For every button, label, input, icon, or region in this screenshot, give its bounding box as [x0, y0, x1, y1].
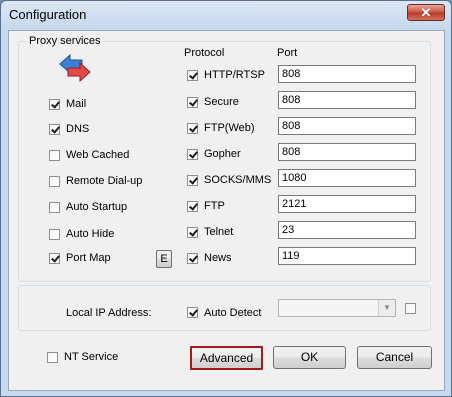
ftp-web-checkbox[interactable] — [187, 123, 198, 134]
cancel-button[interactable]: Cancel — [357, 346, 432, 369]
swap-arrows-icon — [59, 53, 91, 83]
auto-startup-checkbox[interactable] — [49, 202, 60, 213]
ftp-port-input[interactable]: 2121 — [278, 195, 416, 213]
protocol-header: Protocol — [184, 47, 225, 59]
nt-service-label: NT Service — [64, 351, 119, 363]
mail-label: Mail — [66, 98, 87, 110]
auto-detect-checkbox[interactable] — [187, 307, 198, 318]
advanced-button[interactable]: Advanced — [190, 346, 263, 370]
news-port-input[interactable]: 119 — [278, 247, 416, 265]
gopher-checkbox[interactable] — [187, 149, 198, 160]
port-map-label: Port Map — [66, 252, 111, 264]
secure-port-input[interactable]: 808 — [278, 91, 416, 109]
remote-dialup-checkbox[interactable] — [49, 176, 60, 187]
local-ip-label: Local IP Address: — [66, 307, 152, 319]
ip-extra-checkbox[interactable] — [405, 303, 416, 314]
remote-dialup-label: Remote Dial-up — [66, 175, 143, 187]
ftp-checkbox[interactable] — [187, 201, 198, 212]
nt-service-checkbox[interactable] — [47, 352, 58, 363]
socks-mms-label: SOCKS/MMS — [204, 174, 272, 186]
telnet-label: Telnet — [204, 226, 234, 238]
web-cached-checkbox[interactable] — [49, 150, 60, 161]
http-rtsp-label: HTTP/RTSP — [204, 69, 265, 81]
http-rtsp-port-input[interactable]: 808 — [278, 65, 416, 83]
auto-hide-label: Auto Hide — [66, 228, 115, 240]
chevron-down-icon[interactable]: ▼ — [378, 300, 395, 316]
secure-checkbox[interactable] — [187, 97, 198, 108]
dialog-client-area: Proxy services Protocol Port Mail DNS We… — [8, 30, 445, 391]
auto-hide-checkbox[interactable] — [49, 229, 60, 240]
configuration-window: Configuration ✕ Proxy services Protocol … — [0, 0, 452, 397]
gopher-port-input[interactable]: 808 — [278, 143, 416, 161]
close-icon: ✕ — [420, 5, 432, 20]
window-title: Configuration — [9, 7, 87, 22]
port-map-edit-button[interactable]: E — [156, 250, 172, 268]
secure-label: Secure — [204, 96, 239, 108]
socks-mms-port-input[interactable]: 1080 — [278, 169, 416, 187]
news-checkbox[interactable] — [187, 253, 198, 264]
proxy-services-title: Proxy services — [27, 35, 103, 47]
ftp-web-port-input[interactable]: 808 — [278, 117, 416, 135]
port-header: Port — [277, 47, 298, 59]
ftp-label: FTP — [204, 200, 225, 212]
auto-detect-label: Auto Detect — [204, 307, 262, 319]
socks-mms-checkbox[interactable] — [187, 175, 198, 186]
mail-checkbox[interactable] — [49, 99, 60, 110]
ok-button[interactable]: OK — [273, 346, 346, 369]
title-bar[interactable]: Configuration ✕ — [1, 1, 451, 29]
ip-address-combobox[interactable]: ▼ — [278, 299, 396, 317]
ftp-web-label: FTP(Web) — [204, 122, 255, 134]
web-cached-label: Web Cached — [66, 149, 130, 161]
dns-label: DNS — [66, 123, 90, 135]
dns-checkbox[interactable] — [49, 124, 60, 135]
telnet-checkbox[interactable] — [187, 227, 198, 238]
http-rtsp-checkbox[interactable] — [187, 70, 198, 81]
auto-startup-label: Auto Startup — [66, 201, 128, 213]
telnet-port-input[interactable]: 23 — [278, 221, 416, 239]
close-button[interactable]: ✕ — [407, 4, 445, 21]
port-map-checkbox[interactable] — [49, 253, 60, 264]
news-label: News — [204, 252, 232, 264]
gopher-label: Gopher — [204, 148, 241, 160]
